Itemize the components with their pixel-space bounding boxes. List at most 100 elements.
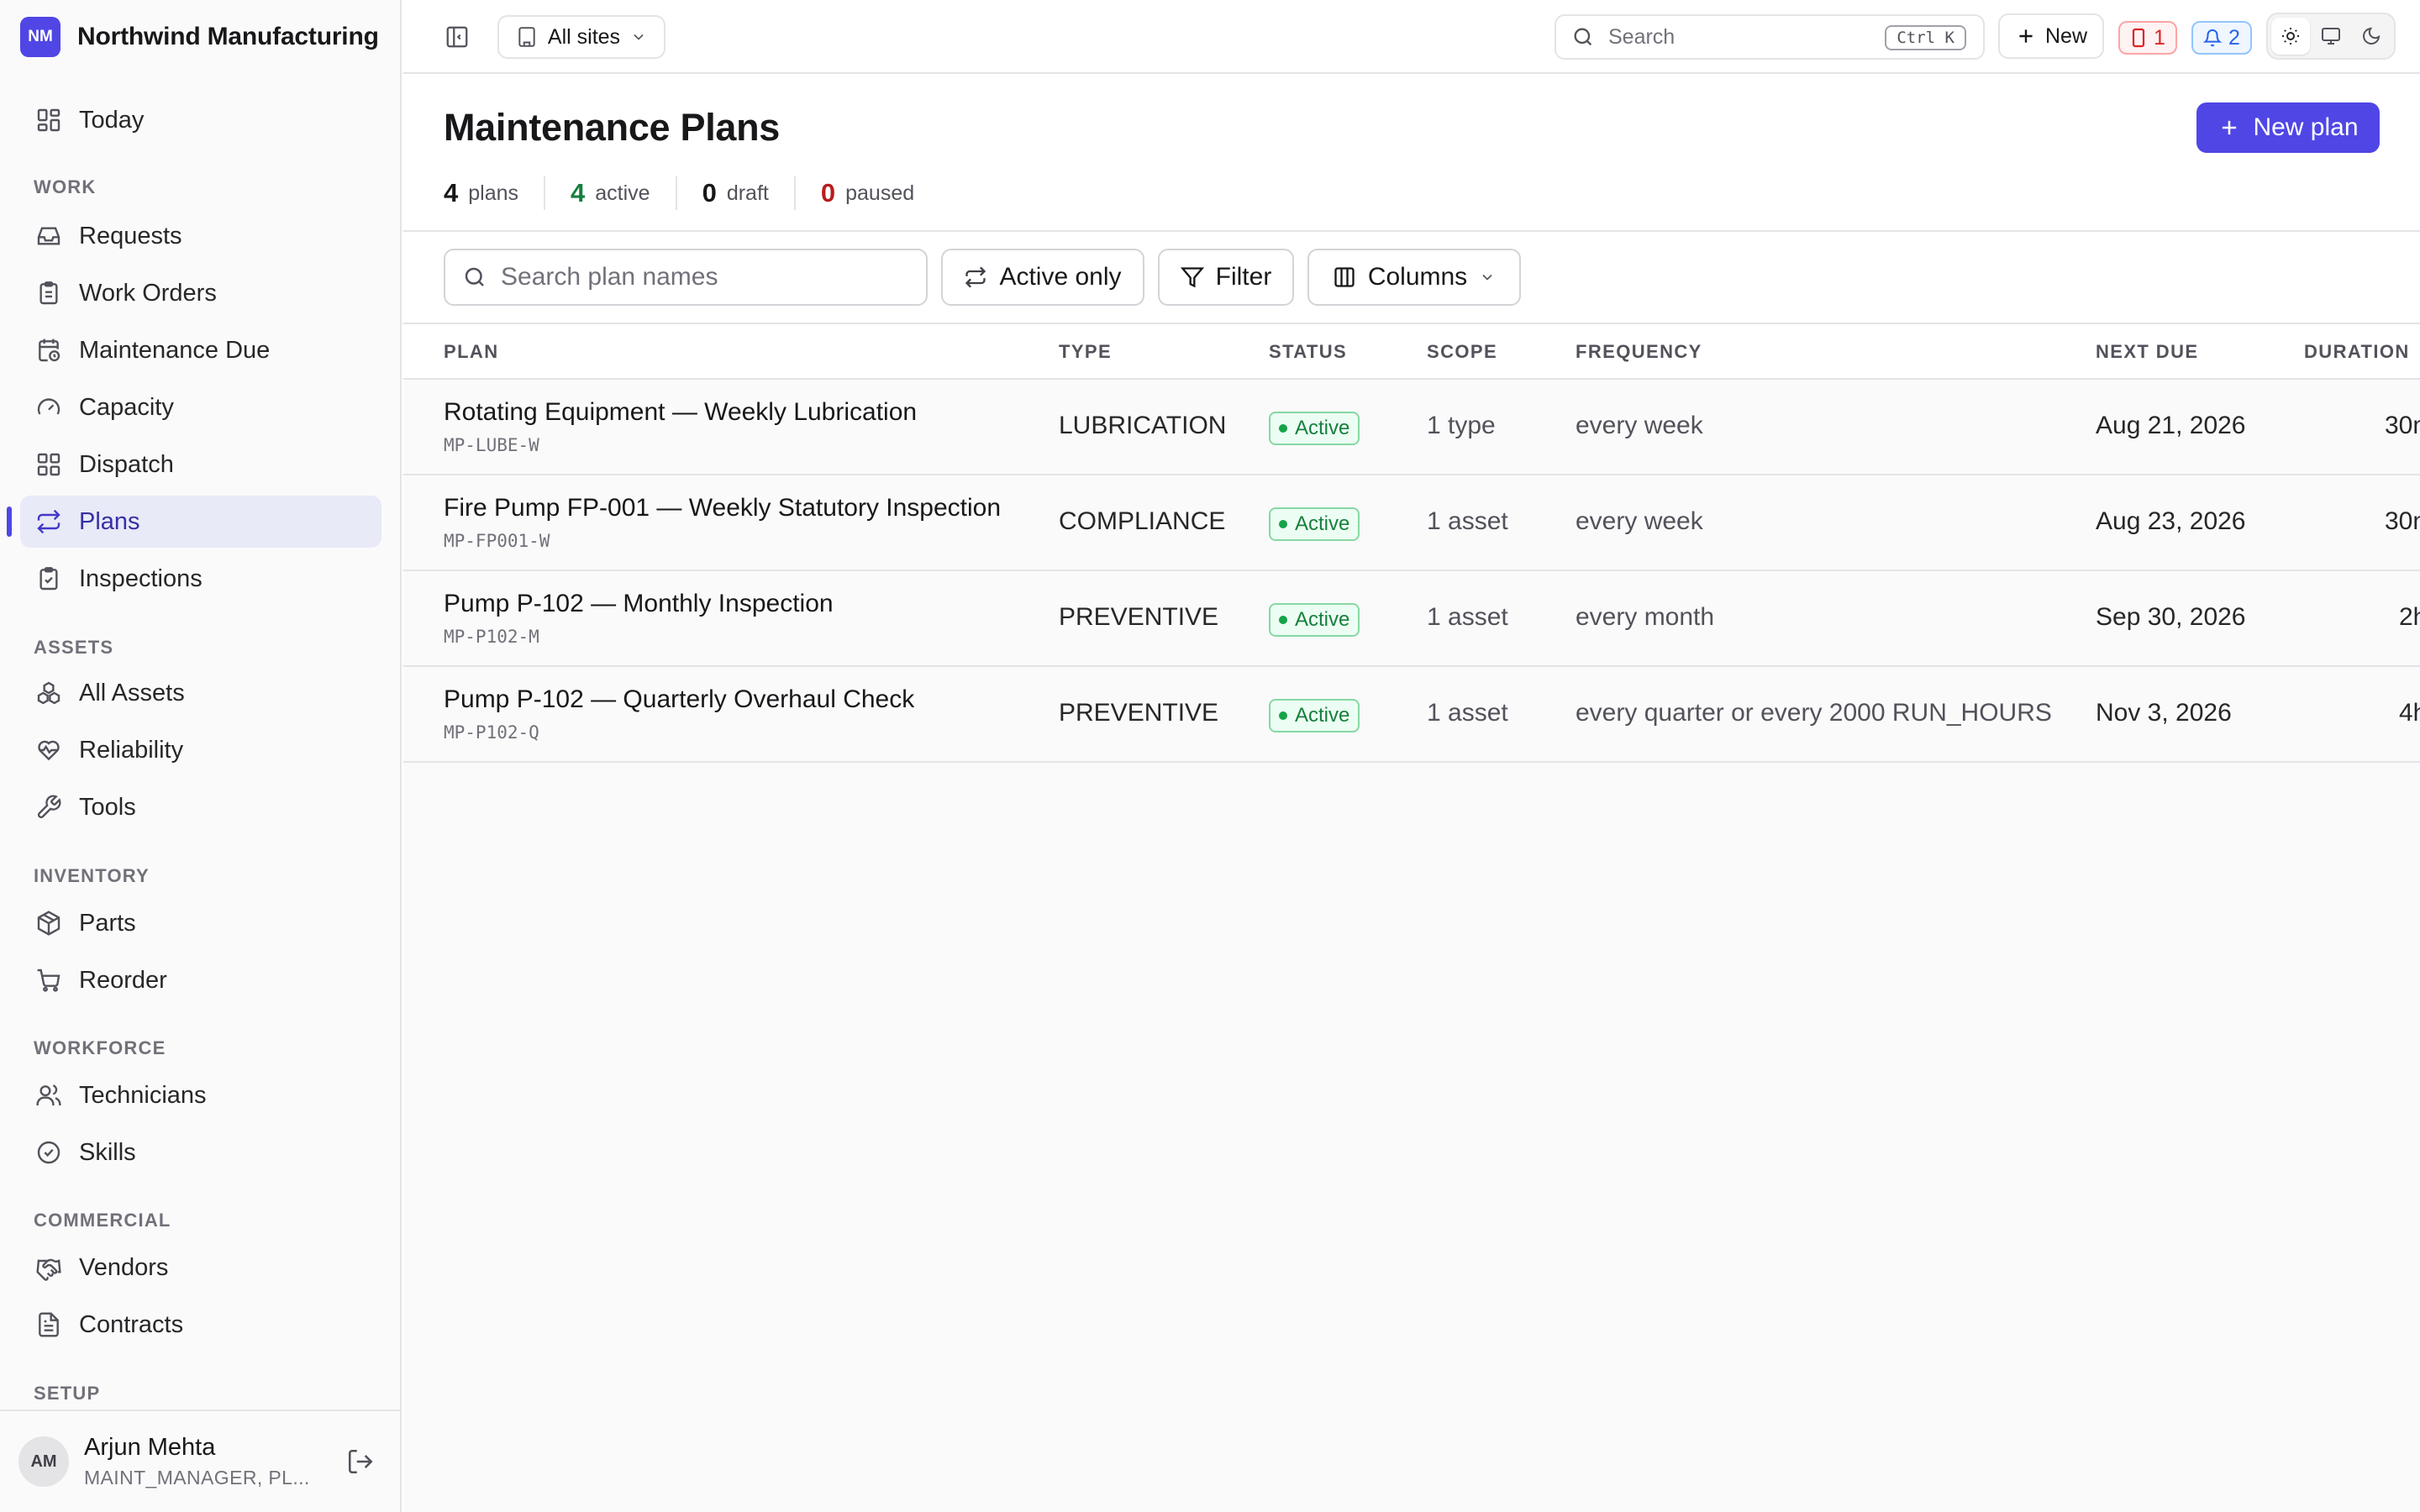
- column-header-scope[interactable]: SCOPE: [1427, 324, 1497, 380]
- boxes-icon: [37, 681, 60, 705]
- columns-button[interactable]: Columns: [1307, 249, 1521, 306]
- badge-check-icon: [37, 1141, 60, 1164]
- plan-name[interactable]: Pump P-102 — Quarterly Overhaul Check: [444, 685, 914, 714]
- plan-frequency: every week: [1576, 412, 1703, 439]
- sidebar-item-label: Technicians: [79, 1081, 207, 1109]
- sidebar-item-inspections[interactable]: Inspections: [20, 553, 381, 605]
- plan-duration: 4h: [2399, 699, 2420, 727]
- table-toolbar: Active only Filter Columns: [403, 232, 2420, 324]
- sidebar-item-contracts[interactable]: Contracts: [20, 1299, 381, 1351]
- sidebar-item-work-orders[interactable]: Work Orders: [20, 267, 381, 319]
- column-header-type[interactable]: TYPE: [1059, 324, 1112, 380]
- plan-code: MP-LUBE-W: [444, 435, 539, 455]
- sidebar-item-parts[interactable]: Parts: [20, 897, 381, 949]
- sidebar-item-label: Capacity: [79, 393, 174, 421]
- theme-system-button[interactable]: [2312, 18, 2350, 55]
- new-button[interactable]: New: [1998, 13, 2104, 59]
- sidebar-item-requests[interactable]: Requests: [20, 210, 381, 262]
- status-dot-icon: [1279, 711, 1287, 720]
- brand[interactable]: NM Northwind Manufacturing: [20, 17, 379, 57]
- sidebar-item-today[interactable]: Today: [20, 94, 381, 146]
- plan-search[interactable]: [444, 249, 928, 306]
- plan-name[interactable]: Pump P-102 — Monthly Inspection: [444, 590, 834, 618]
- plan-name[interactable]: Fire Pump FP-001 — Weekly Statutory Insp…: [444, 494, 1001, 522]
- active-only-toggle[interactable]: Active only: [941, 249, 1144, 306]
- plan-type: COMPLIANCE: [1059, 507, 1226, 535]
- top-bar: All sites Search Ctrl K New 1 2: [403, 0, 2420, 74]
- new-plan-label: New plan: [2253, 113, 2359, 141]
- plan-code: MP-P102-Q: [444, 722, 539, 743]
- column-header-plan[interactable]: PLAN: [444, 324, 499, 380]
- sidebar-item-reorder[interactable]: Reorder: [20, 954, 381, 1006]
- plan-next-due: Aug 23, 2026: [2096, 507, 2246, 535]
- stat-value: 0: [702, 178, 717, 207]
- sidebar-item-reliability[interactable]: Reliability: [20, 724, 381, 776]
- sidebar-item-dispatch[interactable]: Dispatch: [20, 438, 381, 491]
- plan-type: PREVENTIVE: [1059, 699, 1219, 727]
- plan-stats: 4 plans 4 active 0 draft 0 paused: [444, 176, 939, 210]
- filter-icon: [1180, 267, 1204, 288]
- sidebar-item-vendors[interactable]: Vendors: [20, 1242, 381, 1294]
- stat-value: 4: [571, 178, 586, 207]
- table-row[interactable]: Pump P-102 — Quarterly Overhaul Check MP…: [403, 667, 2420, 763]
- alerts-badge[interactable]: 1: [2118, 21, 2177, 55]
- table-row[interactable]: Rotating Equipment — Weekly Lubrication …: [403, 380, 2420, 475]
- active-only-label: Active only: [999, 263, 1122, 291]
- sidebar-item-label: Today: [79, 106, 145, 134]
- panel-left-icon: [446, 26, 468, 48]
- grid-icon: [37, 453, 60, 476]
- status-label: Active: [1295, 704, 1350, 727]
- user-profile: AM Arjun Mehta MAINT_MANAGER, PL...: [0, 1410, 400, 1512]
- sidebar-item-label: Contracts: [79, 1310, 184, 1338]
- sidebar-item-label: All Assets: [79, 679, 185, 706]
- column-header-next-due[interactable]: NEXT DUE: [2096, 324, 2198, 380]
- sidebar-item-all-assets[interactable]: All Assets: [20, 667, 381, 719]
- table-row[interactable]: Fire Pump FP-001 — Weekly Statutory Insp…: [403, 475, 2420, 571]
- search-icon: [465, 267, 484, 286]
- filter-button[interactable]: Filter: [1158, 249, 1294, 306]
- theme-dark-button[interactable]: [2352, 18, 2391, 55]
- monitor-icon: [2322, 28, 2340, 45]
- theme-light-button[interactable]: [2271, 18, 2310, 55]
- status-badge: Active: [1269, 412, 1360, 445]
- column-header-duration[interactable]: DURATION: [2304, 324, 2410, 380]
- plan-next-due: Nov 3, 2026: [2096, 699, 2232, 727]
- sidebar-item-maintenance-due[interactable]: Maintenance Due: [20, 324, 381, 376]
- plus-icon: [2223, 120, 2237, 135]
- plan-search-input[interactable]: [501, 263, 904, 291]
- heart-pulse-icon: [38, 740, 60, 761]
- section-label-workforce: WORKFORCE: [34, 1037, 166, 1058]
- plan-code: MP-P102-M: [444, 627, 539, 647]
- wrench-icon: [37, 795, 61, 819]
- package-icon: [37, 911, 60, 936]
- status-label: Active: [1295, 608, 1350, 631]
- clipboard-check-icon: [39, 567, 58, 591]
- alert-phone-icon: [2132, 28, 2145, 48]
- status-badge: Active: [1269, 603, 1360, 637]
- notifications-badge[interactable]: 2: [2191, 21, 2252, 55]
- status-dot-icon: [1279, 616, 1287, 624]
- sidebar-item-label: Plans: [79, 507, 140, 535]
- table-row[interactable]: Pump P-102 — Monthly Inspection MP-P102-…: [403, 571, 2420, 667]
- brand-name: Northwind Manufacturing: [77, 23, 379, 50]
- column-header-frequency[interactable]: FREQUENCY: [1576, 324, 1702, 380]
- plan-code: MP-FP001-W: [444, 531, 550, 551]
- status-dot-icon: [1279, 424, 1287, 433]
- sidebar-item-plans[interactable]: Plans: [20, 496, 381, 548]
- site-selector[interactable]: All sites: [497, 15, 666, 59]
- page-title: Maintenance Plans: [444, 106, 781, 149]
- plan-frequency: every quarter or every 2000 RUN_HOURS: [1576, 699, 2052, 727]
- sidebar-item-label: Dispatch: [79, 450, 174, 478]
- sidebar-item-tools[interactable]: Tools: [20, 781, 381, 833]
- sidebar-item-label: Vendors: [79, 1253, 169, 1281]
- inbox-icon: [37, 227, 60, 245]
- toggle-sidebar-button[interactable]: [439, 18, 476, 55]
- sidebar-item-skills[interactable]: Skills: [20, 1126, 381, 1179]
- column-header-status[interactable]: STATUS: [1269, 324, 1347, 380]
- sidebar-item-technicians[interactable]: Technicians: [20, 1069, 381, 1121]
- sidebar-item-capacity[interactable]: Capacity: [20, 381, 381, 433]
- plan-name[interactable]: Rotating Equipment — Weekly Lubrication: [444, 398, 917, 427]
- global-search[interactable]: Search Ctrl K: [1555, 14, 1985, 60]
- logout-icon[interactable]: [346, 1447, 375, 1476]
- new-plan-button[interactable]: New plan: [2196, 102, 2380, 153]
